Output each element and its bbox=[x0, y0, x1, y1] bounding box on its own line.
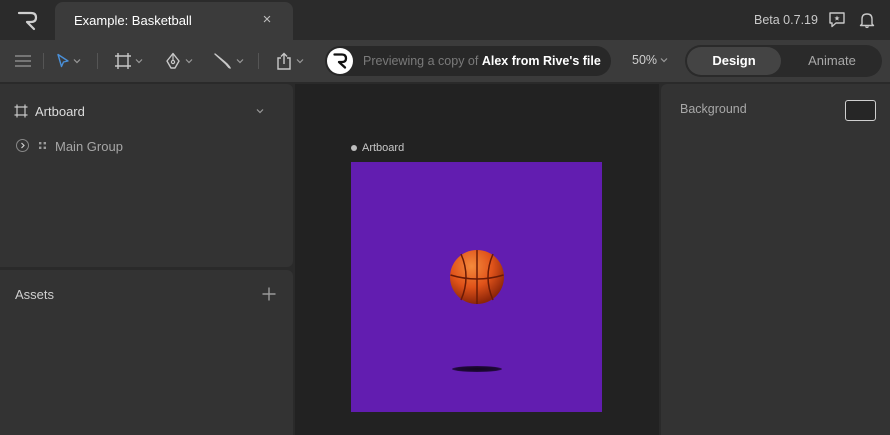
menu-button[interactable] bbox=[14, 50, 32, 72]
brush-tool-icon bbox=[214, 53, 231, 69]
artboard-dot bbox=[351, 145, 357, 151]
chevron-down-icon[interactable] bbox=[255, 106, 265, 116]
toolbar: Previewing a copy of Alex from Rive's fi… bbox=[0, 40, 890, 82]
select-tool-icon bbox=[57, 53, 69, 68]
version-label: Beta 0.7.19 bbox=[754, 13, 818, 27]
chevron-down-icon bbox=[185, 59, 193, 64]
close-icon[interactable]: × bbox=[258, 11, 276, 29]
feedback-icon[interactable] bbox=[828, 11, 846, 29]
menu-icon bbox=[15, 55, 31, 67]
chevron-down-icon bbox=[135, 59, 143, 64]
artboard-name: Artboard bbox=[362, 142, 405, 154]
design-mode-button[interactable]: Design bbox=[687, 47, 781, 75]
animate-mode-button[interactable]: Animate bbox=[785, 47, 879, 75]
preview-owner[interactable]: Alex from Rive's file bbox=[482, 54, 601, 68]
basketball-icon[interactable] bbox=[449, 249, 505, 305]
export-button[interactable] bbox=[275, 50, 304, 72]
pen-tool-button[interactable] bbox=[164, 50, 193, 72]
select-tool-button[interactable] bbox=[56, 50, 81, 72]
assets-panel: Assets bbox=[0, 270, 293, 435]
bell-icon[interactable] bbox=[858, 11, 876, 29]
canvas[interactable]: Artboard bbox=[295, 84, 659, 435]
hierarchy-panel: Artboard Main Group bbox=[0, 84, 293, 267]
rive-editor: Example: Basketball × Beta 0.7.19 Previe… bbox=[0, 0, 890, 435]
toolbar-divider bbox=[43, 53, 44, 69]
ball-shadow bbox=[452, 366, 502, 372]
artboard-tool-button[interactable] bbox=[114, 50, 143, 72]
assets-title: Assets bbox=[15, 287, 55, 302]
artboard-icon bbox=[14, 104, 28, 118]
artboard[interactable] bbox=[351, 162, 602, 412]
artboard-label: Artboard bbox=[35, 104, 85, 119]
preview-text: Previewing a copy of Alex from Rive's fi… bbox=[363, 54, 601, 68]
document-tab[interactable]: Example: Basketball × bbox=[55, 2, 293, 40]
chevron-down-icon bbox=[73, 59, 81, 64]
inspector-panel: Background bbox=[661, 84, 890, 435]
expand-toggle-icon[interactable] bbox=[16, 139, 29, 152]
mode-switch: Design Animate bbox=[685, 45, 882, 77]
hierarchy-item-main-group[interactable]: Main Group bbox=[14, 138, 274, 156]
background-label: Background bbox=[680, 102, 747, 116]
brush-tool-button[interactable] bbox=[213, 50, 244, 72]
rive-logo-icon bbox=[327, 48, 353, 74]
chevron-down-icon bbox=[660, 58, 668, 63]
title-bar: Example: Basketball × Beta 0.7.19 bbox=[0, 0, 890, 40]
plus-icon[interactable] bbox=[262, 287, 276, 301]
rive-logo-icon[interactable] bbox=[14, 8, 40, 32]
hierarchy-item-artboard[interactable]: Artboard bbox=[14, 103, 274, 121]
group-icon bbox=[39, 142, 46, 149]
artboard-name-tag[interactable]: Artboard bbox=[351, 142, 404, 154]
zoom-value: 50% bbox=[632, 53, 658, 67]
preview-prefix: Previewing a copy of bbox=[363, 54, 482, 68]
preview-banner: Previewing a copy of Alex from Rive's fi… bbox=[325, 46, 611, 76]
main-group-label: Main Group bbox=[55, 139, 123, 154]
toolbar-divider bbox=[97, 53, 98, 69]
background-color-swatch[interactable] bbox=[845, 100, 876, 121]
tab-title: Example: Basketball bbox=[74, 13, 192, 28]
export-icon bbox=[277, 52, 291, 70]
chevron-down-icon bbox=[236, 59, 244, 64]
artboard-tool-icon bbox=[115, 53, 131, 69]
toolbar-divider bbox=[258, 53, 259, 69]
zoom-dropdown[interactable]: 50% bbox=[632, 53, 668, 67]
chevron-down-icon bbox=[296, 59, 304, 64]
pen-tool-icon bbox=[166, 52, 180, 69]
